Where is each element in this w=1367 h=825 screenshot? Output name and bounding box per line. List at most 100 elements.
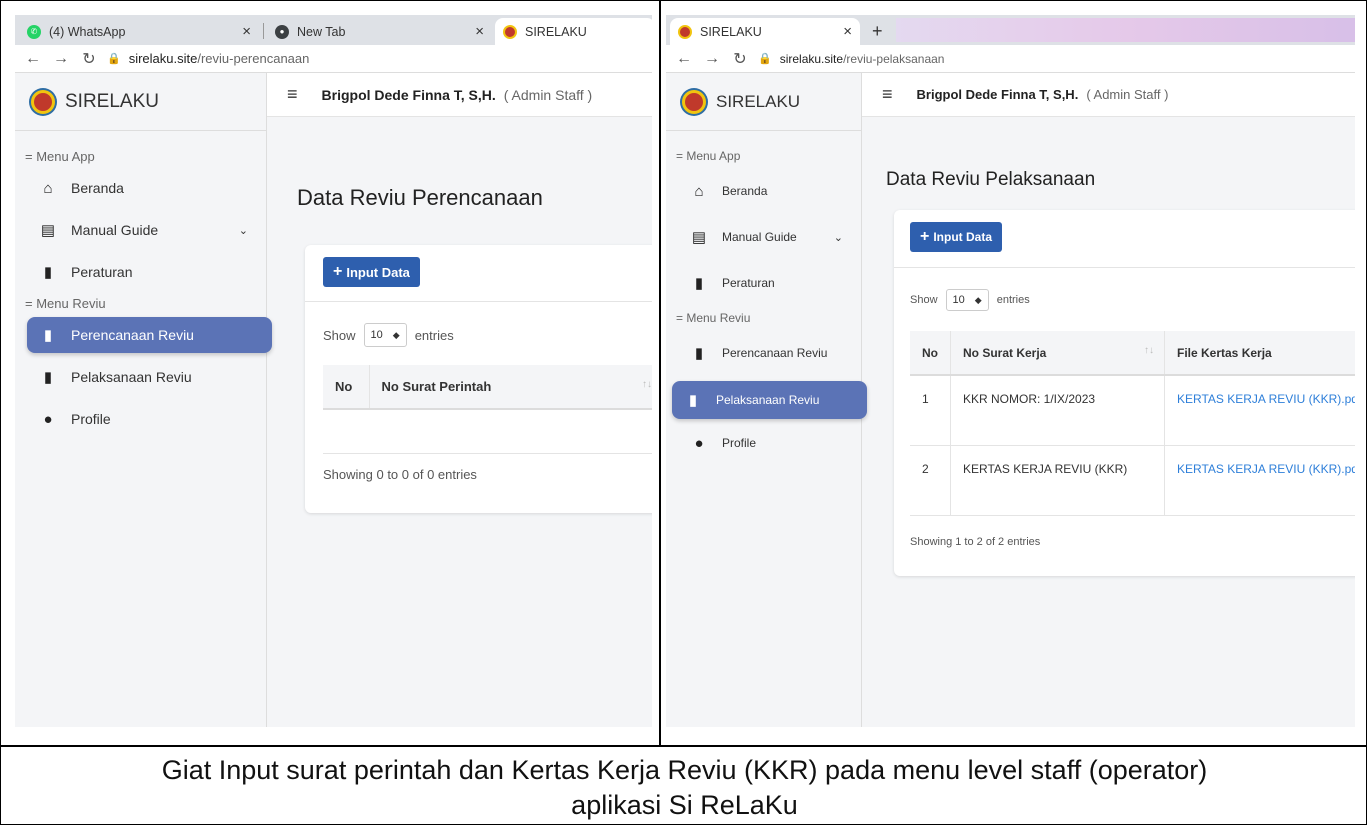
sidebar-item-label: Manual Guide (722, 230, 797, 244)
table-info: Showing 1 to 2 of 2 entries (910, 536, 1041, 548)
close-icon[interactable]: × (475, 23, 484, 40)
sidebar-item-label: Pelaksanaan Reviu (71, 369, 192, 385)
sidebar: SIRELAKU = Menu App ⌂ Beranda ▤ Manual G… (666, 73, 867, 727)
sidebar-item-pelaksanaan-reviu[interactable]: ▮ Pelaksanaan Reviu (15, 359, 266, 395)
url-field[interactable]: 🔒 sirelaku.site/reviu-pelaksanaan (758, 52, 944, 66)
tab-whatsapp[interactable]: ✆ (4) WhatsApp × (19, 18, 259, 45)
hamburger-menu-icon[interactable]: ≡ (882, 84, 893, 105)
sidebar-item-beranda[interactable]: ⌂ Beranda (15, 170, 266, 206)
caption-line-2: aplikasi Si ReLaKu (571, 790, 798, 820)
whatsapp-icon: ✆ (27, 24, 41, 39)
tab-divider (263, 23, 264, 39)
tab-label: New Tab (297, 24, 346, 39)
new-tab-button[interactable]: + (864, 18, 892, 45)
figure-frame: ✆ (4) WhatsApp × ● New Tab × SIRELAKU ← … (0, 0, 1367, 825)
sidebar-item-label: Peraturan (722, 276, 775, 290)
page-title: Data Reviu Pelaksanaan (886, 169, 1096, 190)
user-name: Brigpol Dede Finna T, S,H. (916, 87, 1079, 102)
entries-value: 10 (370, 329, 383, 341)
chevron-down-icon: ⌄ (238, 224, 248, 237)
vertical-divider (659, 1, 661, 746)
section-menu-reviu: = Menu Reviu (25, 296, 106, 311)
data-card: + Input Data Show 10 ◆ entries No No Sur… (305, 245, 652, 513)
entries-length-control: Show 10 ◆ entries (910, 289, 1030, 311)
cell-no-surat: KERTAS KERJA REVIU (KKR) (950, 445, 1165, 516)
home-icon: ⌂ (694, 182, 704, 200)
file-link[interactable]: KERTAS KERJA REVIU (KKR).pdf (1177, 392, 1355, 406)
select-arrows-icon: ◆ (974, 294, 982, 305)
reload-icon[interactable]: ↻ (730, 49, 750, 69)
entries-select[interactable]: 10 ◆ (363, 323, 407, 347)
sidebar-item-label: Manual Guide (71, 222, 159, 238)
user-icon: ● (43, 410, 53, 428)
sidebar-item-beranda[interactable]: ⌂ Beranda (666, 173, 861, 209)
reload-icon[interactable]: ↻ (79, 49, 99, 69)
cell-no: 1 (910, 375, 951, 446)
brand[interactable]: SIRELAKU (666, 73, 861, 131)
right-screenshot: SIRELAKU × + ← → ↻ 🔒 sirelaku.site/reviu… (666, 15, 1355, 727)
user-name: Brigpol Dede Finna T, S,H. (321, 86, 496, 103)
url-path: /reviu-pelaksanaan (843, 51, 945, 66)
blurred-bookmarks (896, 18, 1355, 42)
close-icon[interactable]: × (242, 23, 251, 40)
url-host: sirelaku.site (128, 51, 198, 66)
chevron-down-icon: ⌄ (833, 231, 843, 244)
data-table: No No Surat Perintah ↑↓ (323, 365, 652, 454)
sidebar-item-peraturan[interactable]: ▮ Peraturan (15, 254, 266, 290)
header-label: No Surat Perintah (381, 379, 492, 394)
sidebar-item-manual-guide[interactable]: ▤ Manual Guide ⌄ (15, 212, 266, 248)
browser-tab-bar: ✆ (4) WhatsApp × ● New Tab × SIRELAKU (15, 15, 652, 45)
hamburger-menu-icon[interactable]: ≡ (287, 84, 298, 105)
input-data-button[interactable]: + Input Data (323, 257, 420, 287)
sidebar-item-label: Profile (722, 436, 757, 450)
section-menu-app: = Menu App (676, 149, 741, 163)
close-icon[interactable]: × (843, 23, 852, 40)
entries-select[interactable]: 10 ◆ (945, 289, 989, 311)
entries-label: entries (996, 294, 1030, 306)
column-header-file-kertas-kerja[interactable]: File Kertas Kerja (1164, 331, 1355, 376)
input-data-button[interactable]: + Input Data (910, 222, 1003, 252)
shield-icon (678, 24, 692, 39)
sidebar-item-perencanaan-reviu[interactable]: ▮ Perencanaan Reviu (27, 317, 272, 353)
column-header-no[interactable]: No (323, 365, 370, 410)
plus-icon: + (333, 263, 343, 280)
url-field[interactable]: 🔒 sirelaku.site/reviu-perencanaan (107, 51, 309, 66)
sidebar: SIRELAKU = Menu App ⌂ Beranda ▤ Manual G… (15, 73, 272, 727)
back-icon[interactable]: ← (674, 50, 694, 68)
main-content: Data Reviu Pelaksanaan + Input Data Show… (862, 117, 1355, 727)
home-icon: ⌂ (43, 179, 53, 197)
column-header-no[interactable]: No (910, 331, 951, 376)
column-header-no-surat-perintah[interactable]: No Surat Perintah ↑↓ (369, 365, 652, 410)
sidebar-item-label: Perencanaan Reviu (71, 327, 194, 343)
sidebar-item-profile[interactable]: ● Profile (15, 401, 266, 437)
forward-icon[interactable]: → (51, 50, 71, 68)
horizontal-divider (1, 745, 1367, 747)
sidebar-item-peraturan[interactable]: ▮ Peraturan (666, 265, 861, 301)
tab-sirelaku[interactable]: SIRELAKU (495, 18, 652, 45)
brand-name: SIRELAKU (716, 91, 801, 111)
sidebar-item-pelaksanaan-reviu[interactable]: ▮ Pelaksanaan Reviu (672, 381, 867, 419)
back-icon[interactable]: ← (23, 50, 43, 68)
tab-sirelaku[interactable]: SIRELAKU × (670, 18, 860, 45)
file-link[interactable]: KERTAS KERJA REVIU (KKR).pdf (1177, 462, 1355, 476)
top-bar: ≡ Brigpol Dede Finna T, S,H. ( Admin Sta… (862, 73, 1355, 117)
book-icon: ▤ (691, 229, 707, 246)
column-header-no-surat-kerja[interactable]: No Surat Kerja ↑↓ (950, 331, 1165, 376)
table-row: 2 KERTAS KERJA REVIU (KKR) KERTAS KERJA … (910, 445, 1355, 516)
sidebar-item-perencanaan-reviu[interactable]: ▮ Perencanaan Reviu (666, 335, 861, 371)
card-divider (305, 301, 652, 302)
tab-new-tab[interactable]: ● New Tab × (267, 18, 492, 45)
sidebar-item-manual-guide[interactable]: ▤ Manual Guide ⌄ (666, 219, 861, 255)
sort-icon: ↑↓ (1144, 345, 1154, 356)
bookmark-icon: ▮ (694, 275, 704, 292)
sidebar-item-profile[interactable]: ● Profile (666, 425, 861, 461)
figure-caption: Giat Input surat perintah dan Kertas Ker… (1, 753, 1367, 823)
bookmark-icon: ▮ (43, 264, 53, 281)
forward-icon[interactable]: → (702, 50, 722, 68)
brand[interactable]: SIRELAKU (15, 73, 266, 131)
card-divider (894, 267, 1355, 268)
table-row: 1 KKR NOMOR: 1/IX/2023 KERTAS KERJA REVI… (910, 375, 1355, 446)
book-icon: ▤ (40, 222, 56, 239)
sidebar-item-label: Peraturan (71, 264, 133, 280)
cell-no-surat: KKR NOMOR: 1/IX/2023 (950, 375, 1165, 446)
